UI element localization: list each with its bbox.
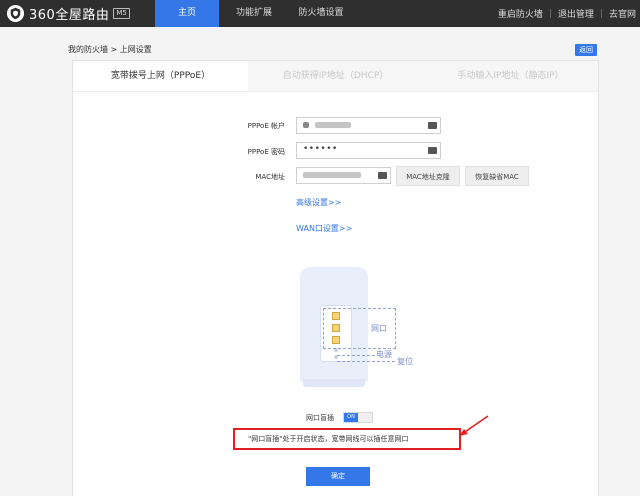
breadcrumb-parent[interactable]: 我的防火墙 [68, 45, 108, 54]
advanced-settings-link[interactable]: 高级设置>> [296, 197, 341, 208]
logo-text: 360全屋路由 [29, 8, 110, 23]
pppoe-account-input[interactable] [296, 117, 441, 134]
pppoe-password-value: •••••• [303, 144, 338, 154]
pppoe-account-value [303, 120, 351, 129]
reset-label: 复位 [397, 357, 413, 366]
tab-pppoe[interactable]: 宽带拨号上网（PPPoE） [73, 61, 248, 91]
shield-logo-icon [6, 4, 25, 23]
power-label: 电源 [376, 350, 392, 359]
restart-firewall-link[interactable]: 重启防火墙 [498, 7, 543, 20]
tab-static-ip[interactable]: 手动输入IP地址（静态IP） [423, 61, 598, 91]
nav-home[interactable]: 主页 [155, 0, 219, 27]
top-bar: 360全屋路由 M5 主页 功能扩展 防火墙设置 重启防火墙 | 退出管理 | … [0, 0, 640, 27]
blind-insert-notice: "网口盲插"处于开启状态，宽带网线可以插任意网口 [248, 435, 409, 443]
mac-clone-button[interactable]: MAC地址克隆 [396, 166, 460, 186]
mac-address-input[interactable] [296, 167, 391, 184]
logo[interactable]: 360全屋路由 M5 [6, 4, 130, 23]
breadcrumb: 我的防火墙 > 上网设置 [68, 44, 152, 55]
logout-link[interactable]: 退出管理 [558, 7, 594, 20]
keyboard-icon[interactable] [428, 122, 437, 129]
port-label: 网口 [371, 324, 387, 333]
blind-insert-label: 网口盲插 [306, 414, 334, 422]
mac-restore-button[interactable]: 恢复缺省MAC [465, 166, 529, 186]
nav-extensions[interactable]: 功能扩展 [224, 0, 284, 27]
top-actions: 重启防火墙 | 退出管理 | 去官网 [497, 7, 636, 21]
pppoe-password-input[interactable]: •••••• [296, 142, 441, 159]
mac-address-value [303, 170, 361, 179]
nav-firewall-settings[interactable]: 防火墙设置 [288, 0, 354, 27]
router-illustration: 网口 电源 复位 [300, 267, 430, 387]
power-leader-line [337, 355, 375, 356]
pppoe-account-label: PPPoE 帐户 [247, 122, 285, 130]
pppoe-password-label: PPPoE 密码 [247, 148, 285, 156]
connection-tabs: 宽带拨号上网（PPPoE） 自动获得IP地址（DHCP） 手动输入IP地址（静态… [73, 61, 598, 92]
router-base [303, 379, 365, 387]
back-button[interactable]: 返回 [575, 44, 597, 56]
wan-settings-link[interactable]: WAN口设置>> [296, 223, 352, 234]
blind-insert-toggle[interactable]: ON [343, 412, 373, 423]
keyboard-icon[interactable] [428, 147, 437, 154]
tab-dhcp[interactable]: 自动获得IP地址（DHCP） [248, 61, 423, 91]
toggle-on-indicator: ON [344, 413, 358, 422]
red-arrow-icon [459, 415, 489, 436]
mac-address-label: MAC地址 [255, 173, 285, 181]
reset-leader-line [337, 361, 395, 362]
official-site-link[interactable]: 去官网 [609, 7, 636, 20]
breadcrumb-separator: > [110, 45, 118, 54]
confirm-button[interactable]: 确定 [306, 467, 370, 486]
keyboard-icon[interactable] [378, 172, 387, 179]
model-badge: M5 [113, 8, 130, 19]
breadcrumb-current: 上网设置 [119, 45, 152, 54]
